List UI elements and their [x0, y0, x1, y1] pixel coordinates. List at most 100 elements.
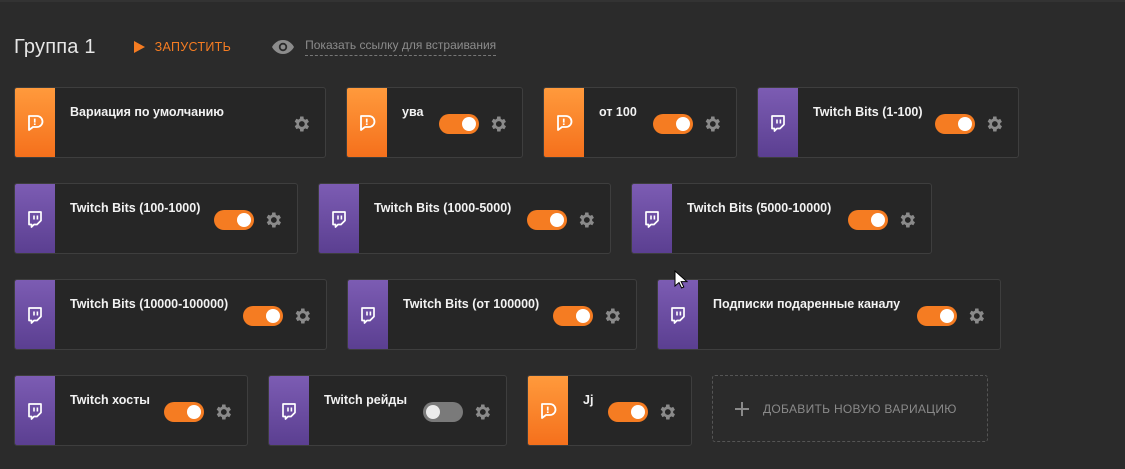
toggle-knob: [871, 213, 885, 227]
source-strip: [15, 376, 55, 445]
enable-toggle[interactable]: [164, 402, 204, 422]
variation-body: Twitch Bits (1-100): [798, 88, 1018, 157]
gear-icon[interactable]: [488, 114, 508, 134]
top-divider: [0, 0, 1125, 2]
enable-toggle[interactable]: [214, 210, 254, 230]
enable-toggle[interactable]: [848, 210, 888, 230]
toggle-knob: [426, 405, 440, 419]
variation-name: Twitch хосты: [70, 393, 150, 407]
toggle-knob: [940, 309, 954, 323]
play-icon: [133, 41, 145, 53]
toggle-knob: [958, 117, 972, 131]
embed-link-label: Показать ссылку для встраивания: [305, 38, 497, 56]
enable-toggle[interactable]: [439, 114, 479, 134]
source-strip: [15, 184, 55, 253]
variation-card[interactable]: Twitch Bits (от 100000): [347, 279, 637, 350]
toggle-knob: [266, 309, 280, 323]
eye-icon: [272, 40, 295, 54]
donationalerts-icon: [28, 114, 44, 131]
variation-body: Twitch Bits (1000-5000): [359, 184, 610, 253]
variation-body: Вариация по умолчанию: [55, 88, 325, 157]
variation-body: Twitch Bits (от 100000): [388, 280, 636, 349]
variation-body: Подписки подаренные каналу: [698, 280, 1000, 349]
enable-toggle[interactable]: [653, 114, 693, 134]
toggle-knob: [631, 405, 645, 419]
twitch-icon: [645, 210, 659, 228]
donationalerts-icon: [541, 402, 557, 419]
gear-icon[interactable]: [291, 114, 311, 134]
gear-icon[interactable]: [602, 306, 622, 326]
variation-card[interactable]: ува: [346, 87, 523, 158]
gear-icon[interactable]: [213, 402, 233, 422]
variation-body: Jj: [568, 376, 691, 445]
variation-name: Подписки подаренные каналу: [713, 297, 901, 311]
source-strip: [632, 184, 672, 253]
variation-card[interactable]: Twitch хосты: [14, 375, 248, 446]
gear-icon[interactable]: [966, 306, 986, 326]
add-variation-button[interactable]: ДОБАВИТЬ НОВУЮ ВАРИАЦИЮ: [712, 375, 988, 442]
variation-card[interactable]: Twitch Bits (1-100): [757, 87, 1019, 158]
variation-body: Twitch Bits (100-1000): [55, 184, 297, 253]
source-strip: [528, 376, 568, 445]
variation-name: ува: [402, 105, 424, 119]
twitch-icon: [361, 306, 375, 324]
gear-icon[interactable]: [576, 210, 596, 230]
twitch-icon: [332, 210, 346, 228]
add-variation-label: ДОБАВИТЬ НОВУЮ ВАРИАЦИЮ: [763, 401, 957, 416]
enable-toggle[interactable]: [917, 306, 957, 326]
toggle-knob: [187, 405, 201, 419]
twitch-icon: [771, 114, 785, 132]
variation-card[interactable]: Jj: [527, 375, 692, 446]
twitch-icon: [28, 306, 42, 324]
embed-link-button[interactable]: Показать ссылку для встраивания: [271, 38, 497, 56]
variation-body: Twitch Bits (10000-100000): [55, 280, 326, 349]
toggle-knob: [576, 309, 590, 323]
variation-body: Twitch рейды: [309, 376, 506, 445]
variation-body: Twitch Bits (5000-10000): [672, 184, 931, 253]
variation-card[interactable]: от 100: [543, 87, 737, 158]
variation-name: Jj: [583, 393, 594, 407]
enable-toggle[interactable]: [243, 306, 283, 326]
run-button[interactable]: ЗАПУСТИТЬ: [133, 40, 231, 54]
source-strip: [658, 280, 698, 349]
variation-card[interactable]: Вариация по умолчанию: [14, 87, 326, 158]
toggle-knob: [550, 213, 564, 227]
source-strip: [15, 280, 55, 349]
twitch-icon: [282, 402, 296, 420]
gear-icon[interactable]: [657, 402, 677, 422]
gear-icon[interactable]: [292, 306, 312, 326]
enable-toggle[interactable]: [608, 402, 648, 422]
source-strip: [348, 280, 388, 349]
enable-toggle[interactable]: [935, 114, 975, 134]
variation-body: ува: [387, 88, 522, 157]
variation-card[interactable]: Подписки подаренные каналу: [657, 279, 1001, 350]
source-strip: [347, 88, 387, 157]
variation-card[interactable]: Twitch рейды: [268, 375, 507, 446]
toggle-knob: [237, 213, 251, 227]
twitch-icon: [28, 402, 42, 420]
gear-icon[interactable]: [984, 114, 1004, 134]
variation-name: Twitch Bits (1000-5000): [374, 201, 512, 215]
variation-card[interactable]: Twitch Bits (100-1000): [14, 183, 298, 254]
twitch-icon: [28, 210, 42, 228]
gear-icon[interactable]: [263, 210, 283, 230]
source-strip: [544, 88, 584, 157]
twitch-icon: [671, 306, 685, 324]
variation-card[interactable]: Twitch Bits (1000-5000): [318, 183, 611, 254]
variation-name: Twitch Bits (100-1000): [70, 201, 201, 215]
enable-toggle[interactable]: [553, 306, 593, 326]
gear-icon[interactable]: [897, 210, 917, 230]
variation-name: от 100: [599, 105, 637, 119]
gear-icon[interactable]: [472, 402, 492, 422]
enable-toggle[interactable]: [423, 402, 463, 422]
group-header: Группа 1 ЗАПУСТИТЬ Показать ссылку для в…: [14, 34, 497, 60]
source-strip: [15, 88, 55, 157]
source-strip: [758, 88, 798, 157]
gear-icon[interactable]: [702, 114, 722, 134]
variation-card[interactable]: Twitch Bits (5000-10000): [631, 183, 932, 254]
enable-toggle[interactable]: [527, 210, 567, 230]
variation-name: Twitch Bits (от 100000): [403, 297, 540, 311]
donationalerts-icon: [557, 114, 573, 131]
variation-card[interactable]: Twitch Bits (10000-100000): [14, 279, 327, 350]
toggle-knob: [462, 117, 476, 131]
